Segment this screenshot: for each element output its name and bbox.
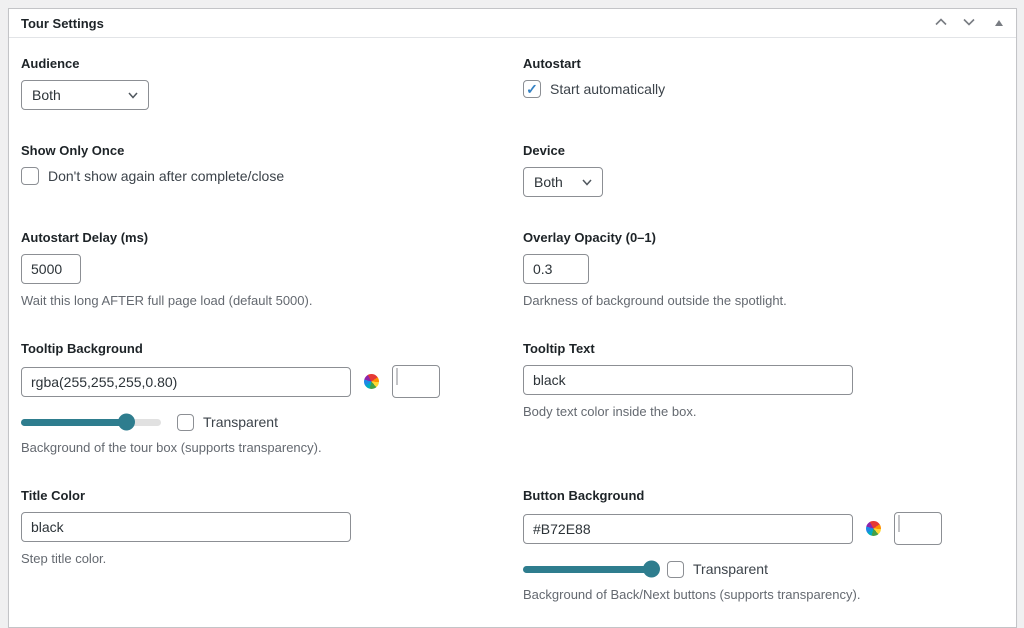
- field-overlay-opacity: Overlay Opacity (0–1) Darkness of backgr…: [523, 230, 1004, 308]
- tooltip-background-input[interactable]: [21, 367, 351, 397]
- tooltip-background-swatch: [392, 365, 440, 398]
- autostart-checkbox[interactable]: ✓: [523, 80, 541, 98]
- panel-title: Tour Settings: [21, 16, 104, 31]
- show-only-once-checkbox-label: Don't show again after complete/close: [48, 168, 284, 184]
- field-title-color: Title Color Step title color.: [21, 488, 523, 602]
- button-background-opacity-slider[interactable]: [523, 560, 651, 578]
- tooltip-text-input[interactable]: [523, 365, 853, 395]
- overlay-opacity-label: Overlay Opacity (0–1): [523, 230, 1004, 245]
- field-autostart-delay: Autostart Delay (ms) Wait this long AFTE…: [21, 230, 523, 308]
- field-audience: Audience Both: [21, 56, 523, 110]
- chevron-down-icon: [960, 14, 978, 33]
- button-background-color-row: [523, 512, 1004, 545]
- field-device: Device Both: [523, 143, 1004, 197]
- audience-select-value: Both: [32, 87, 61, 103]
- slider-track[interactable]: [21, 419, 161, 426]
- overlay-opacity-input[interactable]: [523, 254, 589, 284]
- slider-fill: [21, 419, 126, 426]
- row-tooltipbg-tooltiptext: Tooltip Background ✓: [21, 341, 1004, 455]
- select-chevron-icon: [581, 176, 593, 188]
- slider-thumb[interactable]: [643, 561, 660, 578]
- button-background-slider-row: ✓ Transparent: [523, 560, 1004, 578]
- button-background-transparent-row[interactable]: ✓ Transparent: [667, 561, 768, 578]
- autostart-delay-input[interactable]: [21, 254, 81, 284]
- autostart-checkbox-label: Start automatically: [550, 81, 665, 97]
- show-only-once-checkbox-row[interactable]: ✓ Don't show again after complete/close: [21, 167, 284, 185]
- move-down-button[interactable]: [958, 12, 980, 35]
- tour-settings-metabox: Tour Settings Audience: [8, 8, 1017, 628]
- field-show-only-once: Show Only Once ✓ Don't show again after …: [21, 143, 523, 197]
- chevron-up-icon: [932, 14, 950, 33]
- color-wheel-icon[interactable]: [866, 521, 881, 536]
- swatch-color: [396, 368, 398, 385]
- autostart-delay-help: Wait this long AFTER full page load (def…: [21, 293, 523, 308]
- title-color-help: Step title color.: [21, 551, 523, 566]
- autostart-checkbox-row[interactable]: ✓ Start automatically: [523, 80, 665, 98]
- select-chevron-icon: [127, 89, 139, 101]
- button-background-input[interactable]: [523, 514, 853, 544]
- row-showonce-device: Show Only Once ✓ Don't show again after …: [21, 143, 1004, 197]
- audience-select[interactable]: Both: [21, 80, 149, 110]
- triangle-up-icon: [994, 16, 1004, 31]
- button-background-label: Button Background: [523, 488, 1004, 503]
- transparent-checkbox-label: Transparent: [693, 561, 768, 577]
- device-label: Device: [523, 143, 1004, 158]
- check-icon: ✓: [526, 82, 538, 96]
- field-tooltip-background: Tooltip Background ✓: [21, 341, 523, 455]
- tooltip-background-transparent-checkbox[interactable]: ✓: [177, 414, 194, 431]
- show-only-once-label: Show Only Once: [21, 143, 523, 158]
- row-audience-autostart: Audience Both Autostart ✓ Start automati…: [21, 56, 1004, 110]
- button-background-transparent-checkbox[interactable]: ✓: [667, 561, 684, 578]
- button-background-swatch: [894, 512, 942, 545]
- tooltip-background-label: Tooltip Background: [21, 341, 523, 356]
- swatch-color: [898, 515, 900, 532]
- tooltip-background-color-row: [21, 365, 523, 398]
- move-up-button[interactable]: [930, 12, 952, 35]
- slider-track[interactable]: [523, 566, 651, 573]
- row-titlecolor-buttonbg: Title Color Step title color. Button Bac…: [21, 488, 1004, 602]
- field-tooltip-text: Tooltip Text Body text color inside the …: [523, 341, 1004, 455]
- tooltip-text-help: Body text color inside the box.: [523, 404, 1004, 419]
- device-select[interactable]: Both: [523, 167, 603, 197]
- autostart-label: Autostart: [523, 56, 1004, 71]
- tooltip-background-transparent-row[interactable]: ✓ Transparent: [177, 414, 278, 431]
- button-background-help: Background of Back/Next buttons (support…: [523, 587, 1004, 602]
- metabox-handle-actions: [930, 12, 1006, 35]
- overlay-opacity-help: Darkness of background outside the spotl…: [523, 293, 1004, 308]
- title-color-input[interactable]: [21, 512, 351, 542]
- audience-label: Audience: [21, 56, 523, 71]
- slider-thumb[interactable]: [118, 414, 135, 431]
- metabox-body: Audience Both Autostart ✓ Start automati…: [9, 38, 1016, 622]
- field-button-background: Button Background ✓: [523, 488, 1004, 602]
- field-autostart: Autostart ✓ Start automatically: [523, 56, 1004, 110]
- metabox-header: Tour Settings: [9, 9, 1016, 38]
- show-only-once-checkbox[interactable]: ✓: [21, 167, 39, 185]
- toggle-panel-button[interactable]: [992, 14, 1006, 33]
- tooltip-background-opacity-slider[interactable]: [21, 413, 161, 431]
- tooltip-text-label: Tooltip Text: [523, 341, 1004, 356]
- tooltip-background-help: Background of the tour box (supports tra…: [21, 440, 523, 455]
- transparent-checkbox-label: Transparent: [203, 414, 278, 430]
- title-color-label: Title Color: [21, 488, 523, 503]
- autostart-delay-label: Autostart Delay (ms): [21, 230, 523, 245]
- slider-fill: [523, 566, 651, 573]
- row-delay-opacity: Autostart Delay (ms) Wait this long AFTE…: [21, 230, 1004, 308]
- device-select-value: Both: [534, 174, 563, 190]
- color-wheel-icon[interactable]: [364, 374, 379, 389]
- tooltip-background-slider-row: ✓ Transparent: [21, 413, 523, 431]
